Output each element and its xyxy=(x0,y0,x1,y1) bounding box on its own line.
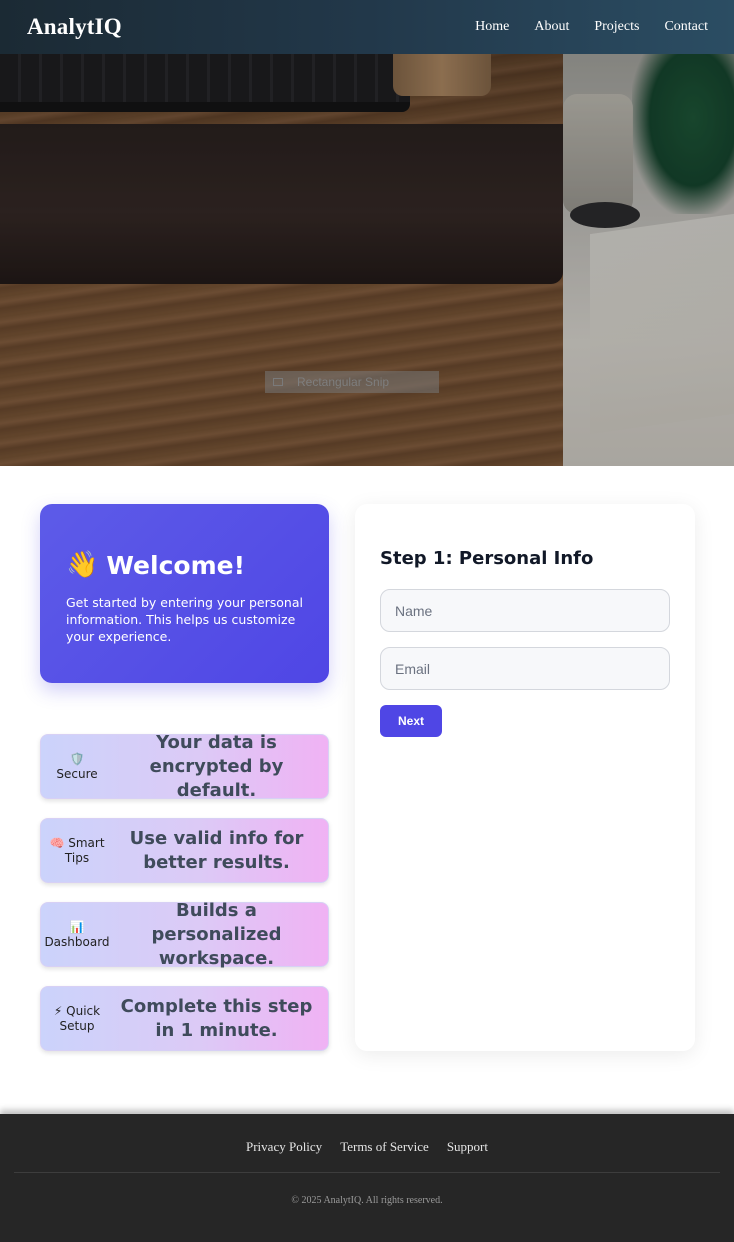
feature-badge: ⚡ Quick Setup xyxy=(41,1004,113,1034)
feature-card-secure: 🛡️ Secure Your data is encrypted by defa… xyxy=(40,732,329,801)
personal-info-form: Step 1: Personal Info Next xyxy=(355,504,695,1051)
feature-text: Complete this step in 1 minute. xyxy=(120,995,313,1041)
feature-badge: 🧠 Smart Tips xyxy=(41,836,113,866)
nav-about-link[interactable]: About xyxy=(534,19,569,35)
nav-contact-link[interactable]: Contact xyxy=(664,19,708,35)
support-link[interactable]: Support xyxy=(447,1139,488,1154)
nav-projects-link[interactable]: Projects xyxy=(594,19,639,35)
main-nav: Home About Projects Contact xyxy=(450,19,708,35)
feature-label: Dashboard xyxy=(44,934,110,949)
welcome-card: 👋 Welcome! Get started by entering your … xyxy=(40,504,329,683)
waving-hand-icon: 👋 xyxy=(66,550,99,580)
brand-logo[interactable]: AnalytIQ xyxy=(27,14,122,40)
bar-chart-icon: 📊 xyxy=(69,919,85,934)
feature-text: Your data is encrypted by default. xyxy=(149,731,284,801)
snip-tooltip-label: Rectangular Snip xyxy=(297,375,390,389)
feature-label: Quick Setup xyxy=(59,1003,101,1033)
feature-card-smart-tips: 🧠 Smart Tips Use valid info for better r… xyxy=(40,818,329,883)
nav-home-link[interactable]: Home xyxy=(475,19,509,35)
feature-badge: 🛡️ Secure xyxy=(41,752,113,782)
feature-label: Secure xyxy=(56,766,98,781)
top-navbar: AnalytIQ Home About Projects Contact xyxy=(0,0,734,54)
email-input[interactable] xyxy=(380,647,670,690)
brain-icon: 🧠 xyxy=(49,835,65,850)
privacy-policy-link[interactable]: Privacy Policy xyxy=(246,1139,322,1154)
terms-of-service-link[interactable]: Terms of Service xyxy=(340,1139,429,1154)
form-title: Step 1: Personal Info xyxy=(380,548,594,569)
next-button[interactable]: Next xyxy=(380,705,442,737)
feature-text: Use valid info for better results. xyxy=(129,827,304,873)
page-footer: Privacy Policy Terms of Service Support … xyxy=(0,1114,734,1242)
copyright-text: © 2025 AnalytIQ. All rights reserved. xyxy=(291,1195,443,1206)
welcome-title: Welcome! xyxy=(106,550,245,580)
feature-card-dashboard: 📊 Dashboard Builds a personalized worksp… xyxy=(40,900,329,969)
feature-text: Builds a personalized workspace. xyxy=(151,899,282,969)
feature-label: Smart Tips xyxy=(64,835,105,865)
feature-badge: 📊 Dashboard xyxy=(41,920,113,950)
feature-label-row: ⚡ Quick Setup xyxy=(41,1004,113,1034)
hero-image: Rectangular Snip xyxy=(0,54,734,466)
snip-tooltip: Rectangular Snip xyxy=(265,371,439,393)
name-input[interactable] xyxy=(380,589,670,632)
welcome-heading: 👋 Welcome! xyxy=(66,550,303,580)
welcome-description: Get started by entering your personal in… xyxy=(66,595,303,644)
feature-label-row: 🧠 Smart Tips xyxy=(41,836,113,866)
rectangle-icon xyxy=(273,378,283,386)
footer-divider xyxy=(14,1172,720,1173)
lightning-icon: ⚡ xyxy=(53,1003,63,1018)
shield-icon: 🛡️ xyxy=(69,751,85,766)
hero-overlay xyxy=(0,54,734,466)
feature-card-quick-setup: ⚡ Quick Setup Complete this step in 1 mi… xyxy=(40,986,329,1051)
footer-links: Privacy Policy Terms of Service Support xyxy=(0,1138,734,1156)
